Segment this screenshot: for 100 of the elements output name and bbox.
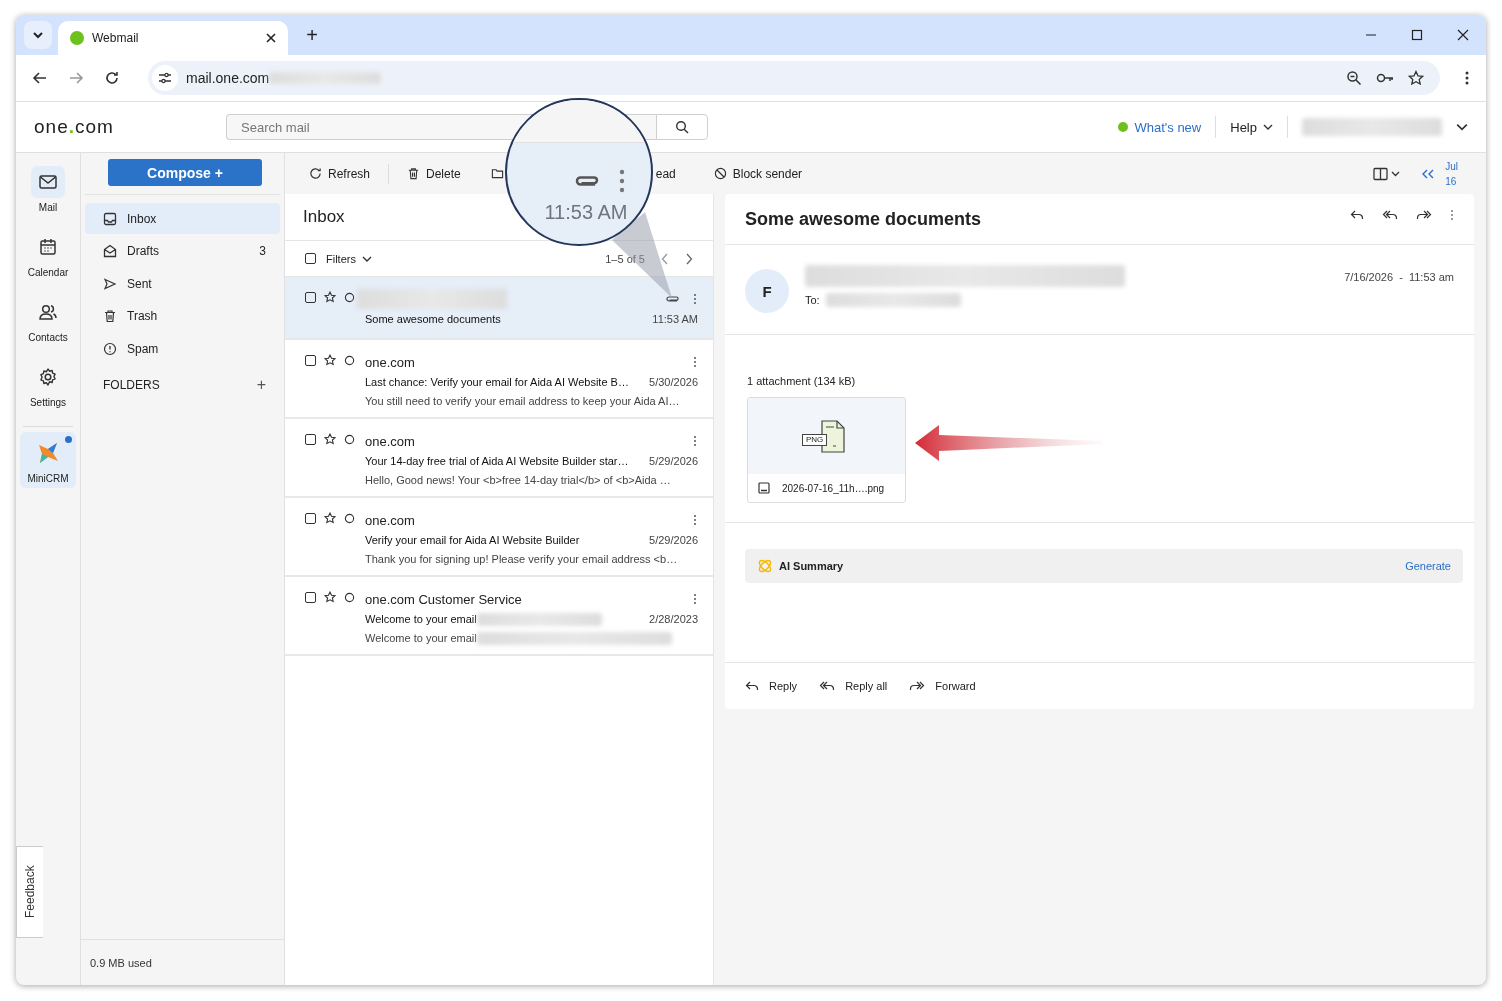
- mail-icon: [38, 172, 58, 192]
- folder-item[interactable]: Inbox: [85, 203, 280, 234]
- nav-item[interactable]: Mail: [20, 166, 76, 231]
- message-subject: Last chance: Verify your email for Aida AI Website B…: [365, 376, 629, 388]
- previous-page-icon[interactable]: [661, 252, 669, 265]
- favicon-icon: [70, 31, 84, 45]
- caret-icon[interactable]: [1263, 122, 1273, 132]
- email-subject: Some awesome documents: [745, 208, 982, 230]
- tab-list-button[interactable]: [24, 21, 52, 49]
- star-icon[interactable]: [324, 291, 336, 303]
- add-folder-button[interactable]: +: [256, 375, 266, 394]
- attachment-card[interactable]: PNG 2026-07-16_11h….png: [747, 397, 906, 503]
- star-icon[interactable]: [324, 591, 336, 603]
- circle-icon[interactable]: [344, 591, 355, 603]
- checkbox[interactable]: [305, 354, 316, 366]
- nav-item[interactable]: Contacts: [20, 296, 76, 361]
- sender-name: one.com: [365, 354, 415, 370]
- maximize-icon[interactable]: [1411, 29, 1423, 41]
- checkbox[interactable]: [305, 512, 316, 524]
- send-icon: [103, 276, 117, 291]
- help-menu[interactable]: Help: [1230, 119, 1273, 135]
- refresh-icon[interactable]: [309, 167, 322, 180]
- file-type-label: PNG: [802, 434, 828, 446]
- block-icon[interactable]: [713, 167, 727, 180]
- folder-item[interactable]: Drafts 3: [85, 235, 280, 267]
- feedback-tab[interactable]: Feedback: [16, 846, 43, 938]
- toolbar-button[interactable]: Block sender: [709, 162, 807, 185]
- circle-icon[interactable]: [344, 433, 355, 445]
- zoom-icon[interactable]: [1346, 70, 1362, 86]
- nav-item[interactable]: Calendar: [20, 231, 76, 296]
- next-page-icon[interactable]: [685, 252, 693, 265]
- settings-icon: [38, 367, 58, 387]
- new-tab-button[interactable]: +: [298, 21, 326, 49]
- select-all-checkbox[interactable]: [305, 253, 316, 264]
- star-icon[interactable]: [324, 512, 336, 524]
- generate-link[interactable]: Generate: [1405, 560, 1451, 572]
- close-icon[interactable]: [266, 33, 276, 43]
- message-row[interactable]: Some awesome documents 11:53 AM: [285, 277, 713, 340]
- more-icon[interactable]: [1464, 70, 1470, 86]
- reply-action-button[interactable]: Reply all: [819, 680, 888, 692]
- attachment-name: 2026-07-16_11h….png: [782, 482, 885, 494]
- reply-all-icon[interactable]: [1382, 209, 1398, 221]
- layout-toggle-button[interactable]: [1373, 166, 1402, 181]
- checkbox[interactable]: [305, 433, 316, 445]
- address-field[interactable]: mail.one.com: [148, 61, 1440, 95]
- forward-icon[interactable]: [1416, 209, 1432, 221]
- close-icon[interactable]: [1457, 29, 1469, 41]
- double-chevron-icon[interactable]: [1421, 167, 1436, 180]
- browser-tab[interactable]: Webmail: [58, 21, 288, 55]
- toolbar-button[interactable]: ead: [651, 162, 680, 185]
- circle-icon[interactable]: [344, 291, 355, 303]
- reply-all-icon[interactable]: [819, 680, 836, 692]
- message-date: 5/30/2026: [649, 376, 698, 388]
- site-settings-icon[interactable]: [152, 65, 178, 91]
- caret-icon[interactable]: [1456, 121, 1468, 133]
- image-icon: [758, 482, 770, 494]
- folder-item[interactable]: Trash: [85, 300, 280, 332]
- circle-icon[interactable]: [344, 512, 355, 524]
- message-subject: Some awesome documents: [365, 313, 501, 325]
- whats-new-link[interactable]: What's new: [1134, 119, 1202, 135]
- folder-item[interactable]: Sent: [85, 268, 280, 299]
- date-label: Jul 16: [1445, 159, 1458, 189]
- message-date: 5/29/2026: [649, 455, 698, 467]
- ai-summary-label: AI Summary: [779, 560, 844, 572]
- back-icon[interactable]: [32, 70, 48, 86]
- message-row[interactable]: one.com Customer Service Welcome to your email 2/28/2023 Welcome to your email: [285, 577, 713, 656]
- nav-item[interactable]: Settings: [20, 361, 76, 426]
- email-date: 7/16/2026 - 11:53 am: [1344, 271, 1454, 283]
- folder-item[interactable]: Spam: [85, 333, 280, 364]
- caret-icon[interactable]: [32, 29, 44, 41]
- ai-icon: [757, 558, 773, 574]
- circle-icon[interactable]: [344, 354, 355, 366]
- sender-name: one.com: [365, 433, 415, 449]
- filters-dropdown[interactable]: Filters: [326, 252, 372, 265]
- list-title: Inbox: [303, 207, 345, 227]
- reload-icon[interactable]: [104, 70, 120, 86]
- bookmark-star-icon[interactable]: [1408, 70, 1424, 86]
- compose-button[interactable]: Compose +: [108, 159, 262, 186]
- reply-action-button[interactable]: Reply: [745, 680, 798, 692]
- toolbar-button[interactable]: Refresh: [305, 162, 375, 185]
- reply-icon[interactable]: [745, 680, 759, 692]
- sender-avatar: F: [745, 269, 789, 313]
- one-com-logo[interactable]: one.com: [34, 116, 226, 138]
- message-preview: Thank you for signing up! Please verify your email address <b…: [365, 553, 678, 565]
- trash-icon[interactable]: [407, 167, 421, 180]
- checkbox[interactable]: [305, 591, 316, 603]
- nav-item[interactable]: MiniCRM: [20, 432, 76, 488]
- star-icon[interactable]: [324, 433, 336, 445]
- message-row[interactable]: one.com Your 14-day free trial of Aida AI Website Builder star… 5/29/2026 Hello, Good news! Your <b>free 14-day trial</b> of <b>Aida …: [285, 419, 713, 498]
- search-icon[interactable]: [656, 114, 708, 140]
- forward-icon[interactable]: [909, 680, 926, 692]
- toolbar-button[interactable]: Delete: [403, 162, 465, 185]
- reply-icon[interactable]: [1350, 209, 1364, 221]
- message-row[interactable]: one.com Verify your email for Aida AI Website Builder 5/29/2026 Thank you for signing up! Please verify your email address <b…: [285, 498, 713, 577]
- star-icon[interactable]: [324, 354, 336, 366]
- checkbox[interactable]: [305, 291, 316, 303]
- page-range: 1–5 of 5: [605, 252, 645, 265]
- message-preview: Hello, Good news! Your <b>free 14-day trial</b> of <b>Aida …: [365, 474, 671, 486]
- reply-action-button[interactable]: Forward: [909, 680, 976, 692]
- message-row[interactable]: one.com Last chance: Verify your email for Aida AI Website B… 5/30/2026 You still need to verify your email address to keep your Aida AI…: [285, 340, 713, 419]
